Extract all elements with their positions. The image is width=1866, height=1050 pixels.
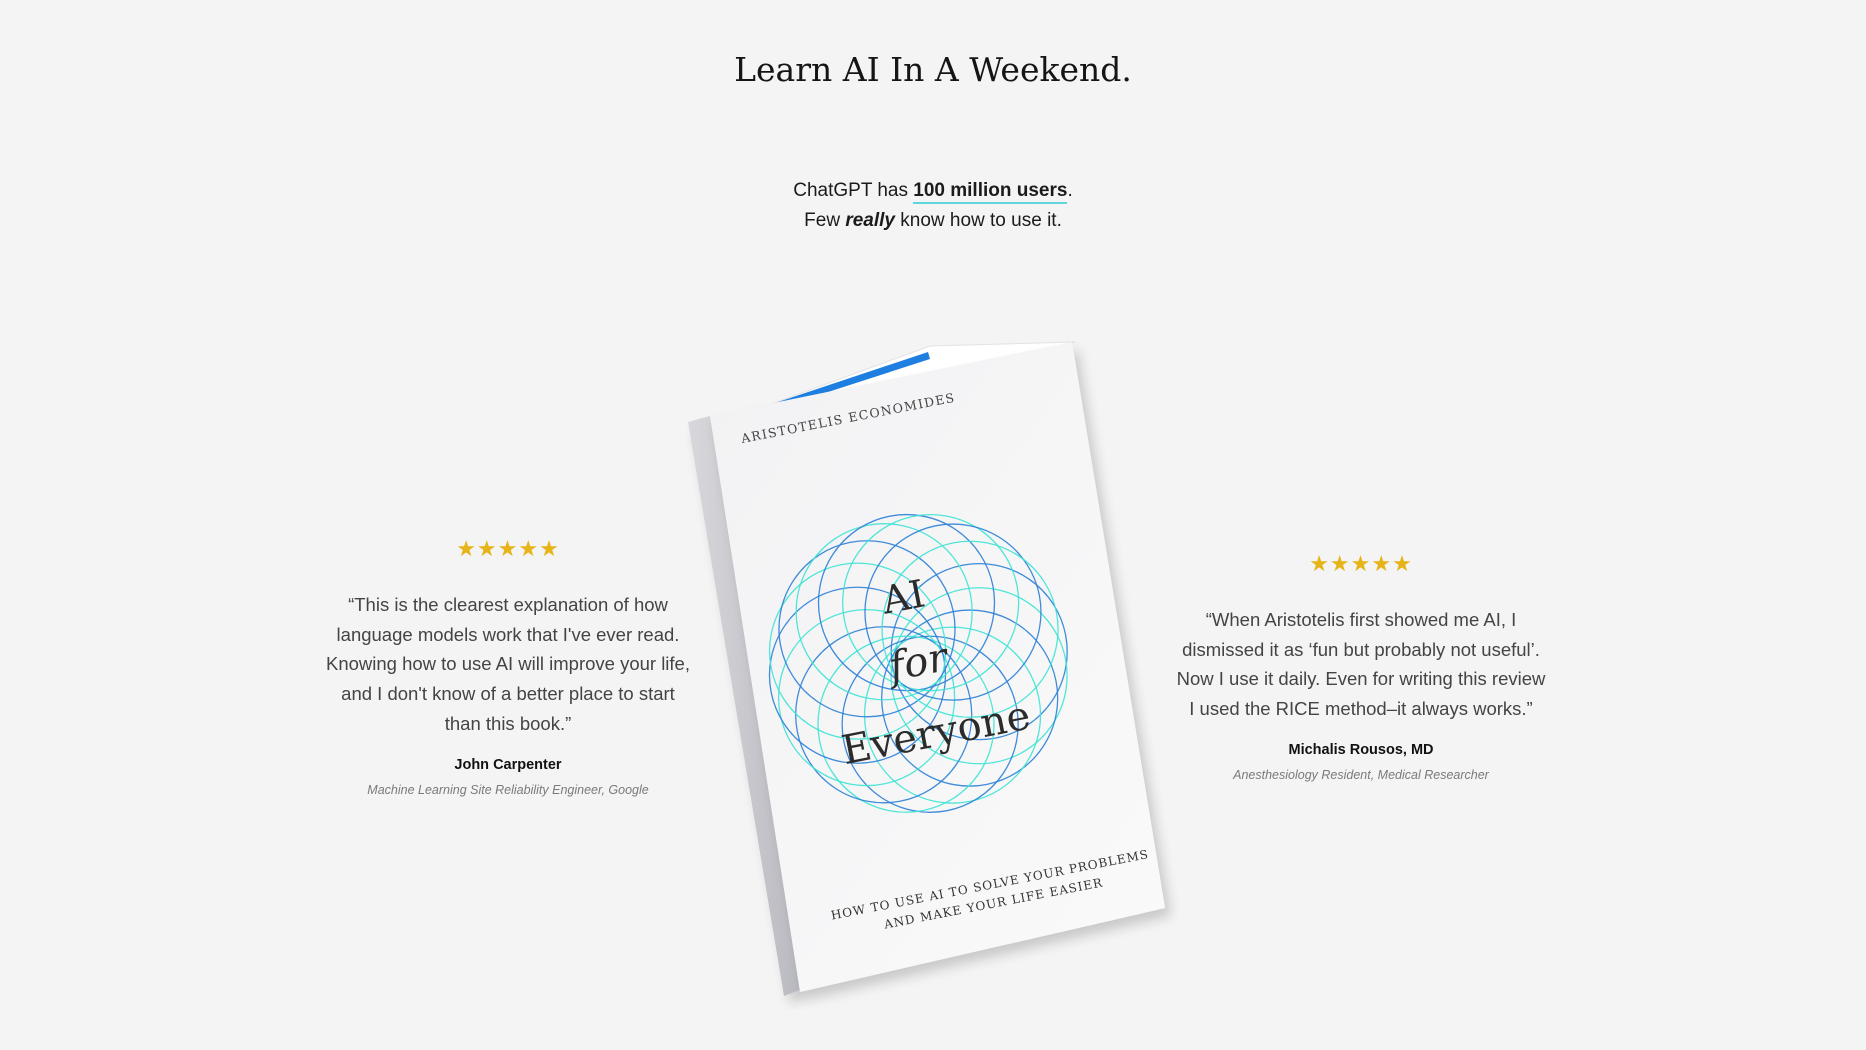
intro-line-2: Few really know how to use it. xyxy=(0,206,1866,236)
intro-line-1-suffix: . xyxy=(1067,180,1073,201)
quote-line: I used the RICE method–it always works.” xyxy=(1189,698,1533,720)
quote-line: and I don't know of a better place to st… xyxy=(341,683,675,705)
intro-text: ChatGPT has 100 million users. Few reall… xyxy=(0,176,1866,236)
review-quote: “This is the clearest explanation of how… xyxy=(308,590,708,739)
reviewer-name: John Carpenter xyxy=(454,756,562,773)
reviewer-role: Anesthesiology Resident, Medical Researc… xyxy=(1233,767,1489,782)
review-card-left: ★★★★★ “This is the clearest explanation … xyxy=(308,536,708,797)
reviewer-name: Michalis Rousos, MD xyxy=(1288,741,1434,758)
landing-section: Learn AI In A Weekend. ChatGPT has 100 m… xyxy=(0,0,1866,1050)
star-rating-icon: ★★★★★ xyxy=(1309,551,1413,576)
quote-line: dismissed it as ‘fun but probably not us… xyxy=(1182,638,1540,660)
user-count-highlight: 100 million users xyxy=(913,180,1068,204)
intro-line-2-prefix: Few xyxy=(804,210,846,231)
really-emphasis: really xyxy=(845,210,895,231)
quote-line: Now I use it daily. Even for writing thi… xyxy=(1176,668,1546,690)
quote-line: “When Aristotelis first showed me AI, I xyxy=(1205,609,1517,630)
intro-line-2-suffix: know how to use it. xyxy=(894,210,1062,231)
page-title: Learn AI In A Weekend. xyxy=(734,50,1132,89)
quote-line: Knowing how to use AI will improve your … xyxy=(325,653,690,675)
intro-line-1: ChatGPT has 100 million users. xyxy=(0,176,1866,206)
quote-line: than this book.” xyxy=(444,712,572,734)
book-title-ai: AI xyxy=(877,571,928,622)
intro-line-1-prefix: ChatGPT has xyxy=(793,180,914,201)
quote-line: language models work that I've ever read… xyxy=(336,623,680,645)
reviewer-role: Machine Learning Site Reliability Engine… xyxy=(367,782,649,797)
book-cover-image: ARISTOTELIS ECONOMIDES AI for Everyone H… xyxy=(680,330,1200,1010)
review-card-right: ★★★★★ “When Aristotelis first showed me … xyxy=(1161,551,1561,782)
quote-line: “This is the clearest explanation of how xyxy=(348,594,668,615)
book-illustration: ARISTOTELIS ECONOMIDES AI for Everyone H… xyxy=(688,341,1165,996)
star-rating-icon: ★★★★★ xyxy=(456,536,560,561)
review-quote: “When Aristotelis first showed me AI, I … xyxy=(1161,605,1561,724)
